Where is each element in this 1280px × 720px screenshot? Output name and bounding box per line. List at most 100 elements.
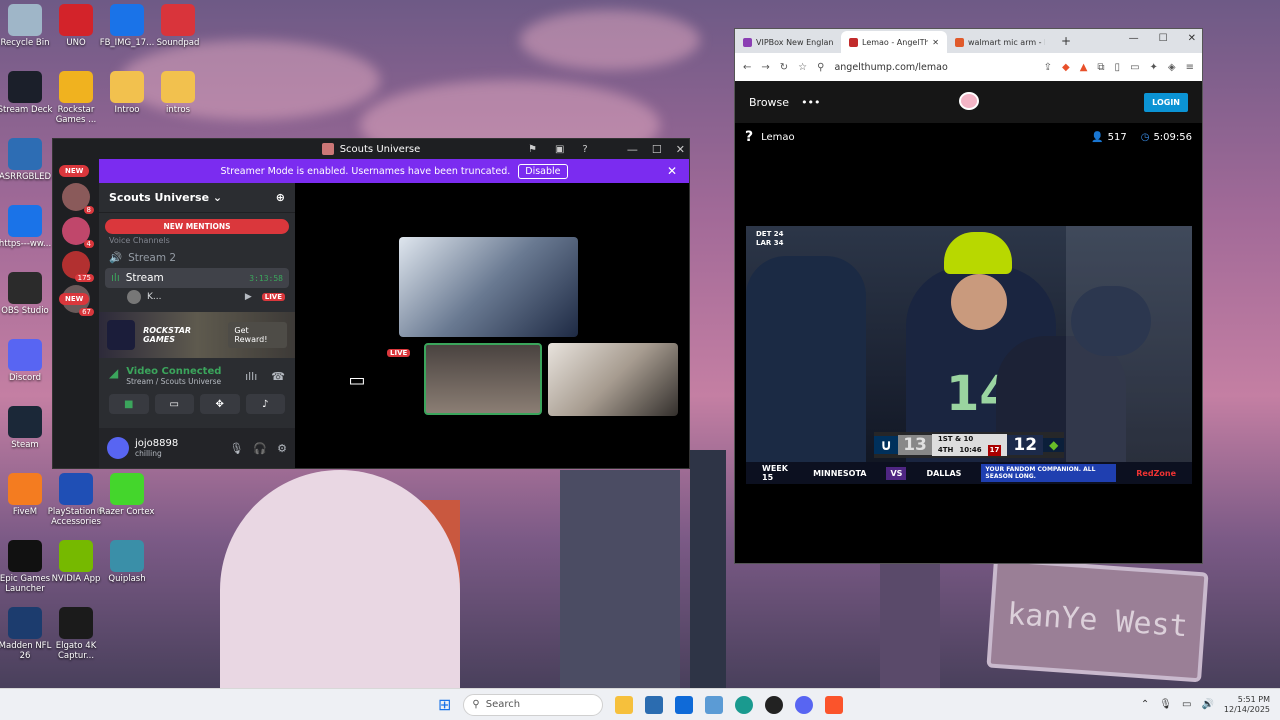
server-item[interactable]: 4 bbox=[62, 217, 94, 248]
chevron-up-icon[interactable]: ⌃ bbox=[1141, 699, 1149, 710]
bookmark-icon[interactable]: ☆ bbox=[798, 62, 807, 73]
menu-icon[interactable]: ≡ bbox=[1186, 62, 1194, 73]
discord-icon[interactable] bbox=[795, 695, 814, 714]
channel-stream-2[interactable]: 🔊 Stream 2 bbox=[99, 247, 295, 268]
file-explorer-icon[interactable] bbox=[615, 695, 634, 714]
brave-icon[interactable] bbox=[825, 695, 844, 714]
desktop-icon[interactable]: https---ww... bbox=[0, 205, 56, 249]
headset-icon[interactable]: 🎧 bbox=[253, 442, 267, 455]
close-banner-icon[interactable]: ✕ bbox=[667, 164, 677, 178]
desktop-icon[interactable]: OBS Studio bbox=[0, 272, 56, 316]
desktop-icon[interactable]: Discord bbox=[0, 339, 56, 383]
stream-info-bar: ? Lemao 👤 517 ◷ 5:09:56 bbox=[735, 123, 1202, 151]
close-button[interactable]: ✕ bbox=[1188, 33, 1196, 44]
voice-location[interactable]: Stream / Scouts Universe bbox=[126, 377, 221, 386]
camera-tile[interactable] bbox=[548, 343, 678, 416]
noise-suppression-icon[interactable]: ıllı bbox=[245, 370, 257, 383]
more-icon[interactable]: ••• bbox=[801, 96, 820, 109]
username[interactable]: jojo8898 bbox=[135, 438, 178, 449]
discord-titlebar: Scouts Universe ⚑ ▣ ? — ☐ ✕ bbox=[53, 139, 689, 159]
vpn-app-icon[interactable] bbox=[705, 695, 724, 714]
tab-vipbox[interactable]: VIPBox New England bbox=[735, 31, 841, 53]
desktop-icon[interactable]: Soundpad bbox=[147, 4, 209, 48]
server-item[interactable]: 8 bbox=[62, 183, 94, 214]
reload-icon[interactable]: ↻ bbox=[780, 62, 788, 73]
volume-icon[interactable]: 🔊 bbox=[1201, 699, 1213, 710]
camera-button[interactable]: ■ bbox=[109, 394, 149, 414]
minimize-button[interactable]: — bbox=[627, 143, 638, 156]
leo-icon[interactable]: ✦ bbox=[1150, 62, 1158, 73]
desktop-icon[interactable]: Elgato 4K Captur... bbox=[45, 607, 107, 661]
rewards-icon[interactable]: ▲ bbox=[1080, 62, 1088, 73]
browser-window[interactable]: VIPBox New England Lemao - AngelTh ✕ walm… bbox=[734, 28, 1203, 564]
maximize-button[interactable]: ☐ bbox=[1159, 33, 1168, 44]
settings-gear-icon[interactable]: ⚙ bbox=[277, 442, 287, 455]
brave-shields-icon[interactable]: ◆ bbox=[1062, 62, 1070, 73]
stream-tile-main[interactable] bbox=[399, 237, 578, 337]
server-item[interactable]: 175 bbox=[62, 251, 94, 282]
desktop-icon[interactable]: ASRRGBLED bbox=[0, 138, 56, 182]
inbox-icon[interactable]: ▣ bbox=[555, 144, 564, 155]
site-info-icon[interactable]: ⚲ bbox=[817, 62, 824, 73]
soundboard-button[interactable]: ♪ bbox=[245, 394, 285, 414]
disconnect-icon[interactable]: ☎ bbox=[271, 370, 285, 383]
get-reward-button[interactable]: Get Reward! bbox=[228, 322, 287, 348]
discord-window[interactable]: Scouts Universe ⚑ ▣ ? — ☐ ✕ NEW 8 4 175 … bbox=[52, 138, 690, 469]
forward-icon[interactable]: → bbox=[761, 62, 769, 73]
desktop-icon[interactable]: Steam bbox=[0, 406, 56, 450]
edge-icon[interactable] bbox=[735, 695, 754, 714]
minimize-button[interactable]: — bbox=[1129, 33, 1139, 44]
search-box[interactable]: ⚲ Search bbox=[463, 693, 604, 716]
desktop-icon[interactable]: Quiplash bbox=[96, 540, 158, 584]
url-field[interactable]: angelthump.com/lemao bbox=[834, 62, 1033, 73]
desktop-icon[interactable]: Razer Cortex bbox=[96, 473, 158, 517]
signal-icon: ◢ bbox=[109, 366, 119, 380]
server-header[interactable]: Scouts Universe ⌄ ⊕ bbox=[99, 183, 295, 213]
screen-share-button[interactable]: ▭ bbox=[154, 394, 194, 414]
new-mentions-pill[interactable]: NEW MENTIONS bbox=[105, 219, 289, 234]
login-button[interactable]: LOGIN bbox=[1144, 92, 1188, 112]
close-button[interactable]: ✕ bbox=[676, 143, 685, 156]
clock[interactable]: 5:51 PM 12/14/2025 bbox=[1224, 695, 1270, 715]
flag-icon[interactable]: ⚑ bbox=[528, 144, 537, 155]
disable-button[interactable]: Disable bbox=[518, 163, 568, 179]
camera-tile[interactable] bbox=[424, 343, 542, 415]
start-button[interactable]: ⊞ bbox=[438, 695, 451, 714]
new-tab-button[interactable]: + bbox=[1053, 34, 1079, 53]
activities-button[interactable]: ✥ bbox=[200, 394, 240, 414]
tab-lemao[interactable]: Lemao - AngelTh ✕ bbox=[841, 31, 947, 53]
wallet-icon[interactable]: ▭ bbox=[1130, 62, 1139, 73]
promo-banner[interactable]: ROCKSTAR GAMES Get Reward! bbox=[99, 312, 295, 358]
close-tab-icon[interactable]: ✕ bbox=[932, 38, 939, 47]
tab-walmart[interactable]: walmart mic arm - B bbox=[947, 31, 1053, 53]
help-icon[interactable]: ? bbox=[582, 144, 587, 155]
sidebar-icon[interactable]: ▯ bbox=[1115, 62, 1121, 73]
category-label[interactable]: Voice Channels bbox=[99, 234, 295, 247]
voice-user[interactable]: K... ▶ LIVE bbox=[99, 288, 295, 306]
voice-active-icon: ılı bbox=[111, 272, 120, 284]
new-pill[interactable]: NEW bbox=[59, 165, 90, 177]
avatar bbox=[127, 290, 141, 304]
new-pill[interactable]: NEW bbox=[59, 293, 90, 305]
store-icon[interactable] bbox=[645, 695, 664, 714]
avatar[interactable] bbox=[107, 437, 129, 459]
add-friend-icon[interactable]: ⊕ bbox=[276, 191, 285, 204]
desktop-icon[interactable]: intros bbox=[147, 71, 209, 115]
app-icon bbox=[59, 540, 93, 572]
network-icon[interactable]: ▭ bbox=[1182, 699, 1191, 710]
extensions-icon[interactable]: ⧉ bbox=[1097, 62, 1104, 73]
microphone-icon[interactable]: 🎙 bbox=[1159, 699, 1172, 710]
maximize-button[interactable]: ☐ bbox=[652, 143, 662, 156]
obs-icon[interactable] bbox=[765, 695, 784, 714]
angelthump-logo-icon[interactable] bbox=[933, 89, 1005, 113]
microphone-icon[interactable]: 🎙 bbox=[229, 442, 243, 455]
outlook-icon[interactable] bbox=[675, 695, 694, 714]
channel-stream[interactable]: ılı Stream 3:13:58 bbox=[105, 268, 289, 288]
cap-shape bbox=[944, 232, 1012, 274]
vpn-icon[interactable]: ◈ bbox=[1168, 62, 1176, 73]
browse-link[interactable]: Browse bbox=[749, 96, 789, 109]
share-icon[interactable]: ⇪ bbox=[1044, 62, 1052, 73]
back-icon[interactable]: ← bbox=[743, 62, 751, 73]
video-player[interactable]: DET 24 LAR 34 14 ∪ 13 1ST & 10 4TH 10:46 17… bbox=[746, 226, 1192, 484]
voice-status[interactable]: Video Connected bbox=[126, 366, 221, 377]
